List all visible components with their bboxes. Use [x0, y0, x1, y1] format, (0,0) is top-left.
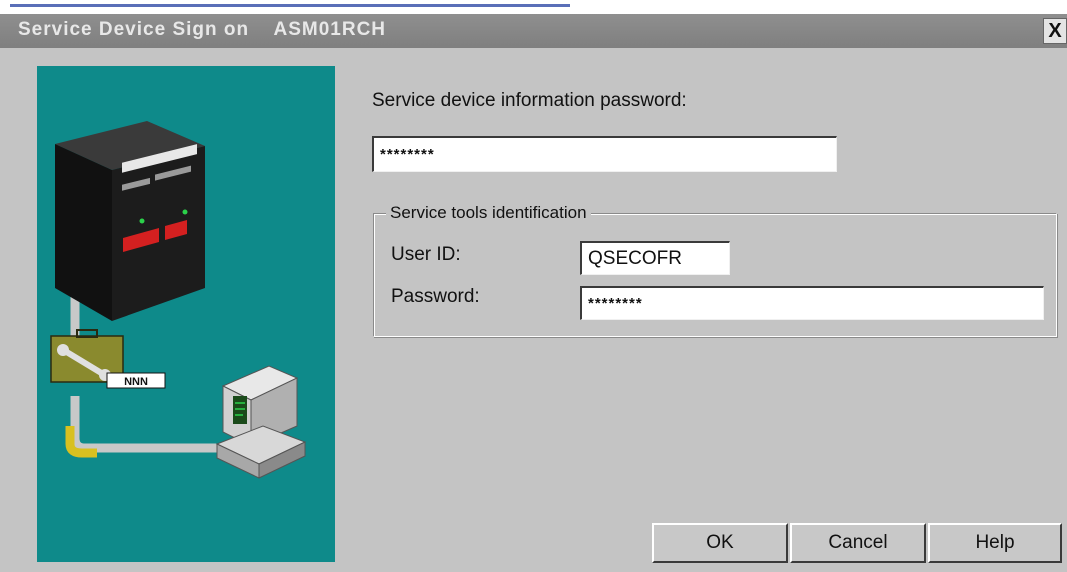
- user-id-input[interactable]: [580, 241, 730, 275]
- connection-illustration: NNN: [50, 121, 307, 479]
- password-label: Password:: [391, 286, 480, 307]
- title-bar[interactable]: Service Device Sign on ASM01RCH X: [0, 14, 1067, 48]
- illustration-panel: NNN: [37, 66, 335, 562]
- computer-icon: [215, 365, 307, 479]
- close-button[interactable]: X: [1043, 18, 1067, 44]
- cancel-button-label: Cancel: [828, 532, 888, 553]
- server-icon: [55, 121, 205, 321]
- service-device-password-input[interactable]: [372, 136, 837, 172]
- ok-button[interactable]: OK: [652, 523, 788, 563]
- user-id-label: User ID:: [391, 244, 461, 265]
- service-tools-group-label: Service tools identification: [386, 203, 591, 223]
- ok-button-label: OK: [706, 532, 734, 553]
- service-device-password-label: Service device information password:: [372, 90, 687, 111]
- help-button-label: Help: [975, 532, 1015, 553]
- background-window-edge: [10, 4, 570, 7]
- service-device-sign-on-dialog: Service Device Sign on ASM01RCH X NNN Se…: [0, 14, 1067, 572]
- background-window-strip: [0, 0, 1067, 14]
- device-tag-text: NNN: [124, 376, 148, 388]
- cancel-button[interactable]: Cancel: [790, 523, 926, 563]
- window-title: Service Device Sign on ASM01RCH: [18, 19, 387, 40]
- password-input[interactable]: [580, 286, 1044, 320]
- close-icon: X: [1048, 19, 1062, 42]
- help-button[interactable]: Help: [928, 523, 1062, 563]
